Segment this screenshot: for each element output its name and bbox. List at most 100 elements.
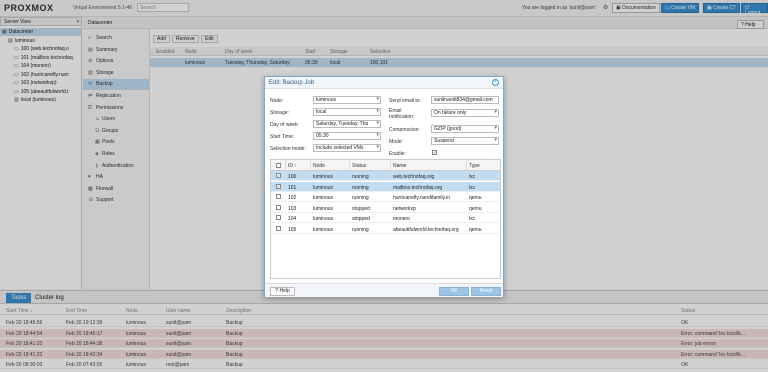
selection-mode-label: Selection mode: <box>270 146 306 152</box>
chevron-down-icon: ▾ <box>494 137 497 143</box>
vm-cell: web.technofaq.org <box>393 174 435 180</box>
compression-select[interactable]: GZIP (good) ▾ <box>431 125 499 133</box>
vm-column-header[interactable]: Name <box>393 163 406 169</box>
dialog-help-label: Help <box>279 288 290 294</box>
vm-cell: 102 <box>288 195 297 201</box>
vm-column-header[interactable]: Type <box>469 163 480 169</box>
day-of-week-value: Saturday, Tuesday, Thu <box>316 121 369 127</box>
email-field[interactable]: sunilnandi834@gmail.com <box>431 96 499 104</box>
selection-mode-select[interactable]: Include selected VMs ▾ <box>313 144 381 152</box>
chevron-down-icon: ▾ <box>376 96 379 102</box>
dialog-footer: ? Help OK Reset <box>265 283 503 297</box>
column-separator <box>285 160 286 171</box>
vm-cell: running <box>352 174 369 180</box>
vm-row-checkbox[interactable]: ✓ <box>276 183 281 189</box>
chevron-down-icon: ▾ <box>376 144 379 150</box>
mode-label: Mode: <box>389 139 403 145</box>
vm-row-checkbox[interactable] <box>276 204 281 210</box>
chevron-down-icon: ▾ <box>494 125 497 131</box>
vm-cell: 104 <box>288 216 297 222</box>
vm-column-header[interactable]: Node <box>313 163 325 169</box>
email-label: Send email to: <box>389 98 421 104</box>
vm-cell: luminous <box>313 205 334 212</box>
edit-backup-job-dialog: Edit: Backup Job × Node: luminous ▾ Stora… <box>264 76 504 297</box>
vm-row[interactable]: 103 luminous stopped networkxp qemu <box>271 203 500 213</box>
vm-cell: qemu <box>469 205 482 212</box>
mode-value: Suspend <box>434 138 454 144</box>
enable-checkbox[interactable]: ✓ <box>432 150 437 155</box>
vm-cell: qemu <box>469 226 482 233</box>
vm-row[interactable]: ✓ 101 luminous running mailbox.technofaq.org… <box>271 181 500 192</box>
email-notification-select[interactable]: On failure only ▾ <box>431 109 499 117</box>
vm-column-header[interactable]: ID ↑ <box>288 163 297 169</box>
dialog-title-text: Edit: Backup Job <box>269 80 315 86</box>
vm-cell: hurricanefly.nandifamily.in <box>393 195 451 201</box>
selection-mode-value: Include selected VMs <box>316 145 364 151</box>
vm-cell: luminous <box>313 174 334 180</box>
reset-button[interactable]: Reset <box>471 287 501 296</box>
storage-value: local <box>316 109 327 115</box>
start-time-label: Start Time: <box>270 134 295 140</box>
vm-row-checkbox[interactable] <box>276 215 281 220</box>
chevron-down-icon: ▾ <box>376 108 379 114</box>
dialog-help-button[interactable]: ? Help <box>270 287 295 296</box>
vm-cell: luminous <box>313 184 334 191</box>
compression-value: GZIP (good) <box>434 126 462 132</box>
vm-cell: running <box>352 226 369 233</box>
vm-cell: luminous <box>313 226 334 233</box>
vm-cell: abeautifulworld.technofaq.org <box>393 226 459 233</box>
vm-cell: 101 <box>288 184 297 191</box>
column-separator <box>310 160 311 171</box>
node-select[interactable]: luminous ▾ <box>313 96 381 104</box>
mode-select[interactable]: Suspend ▾ <box>431 137 499 145</box>
vm-cell: mailbox.technofaq.org <box>393 184 443 191</box>
vm-row[interactable]: 102 luminous running hurricanefly.nandifami… <box>271 192 500 202</box>
column-separator <box>390 160 391 171</box>
storage-select[interactable]: local ▾ <box>313 108 381 116</box>
vm-cell: 100 <box>288 174 297 180</box>
vm-cell: lxc <box>469 216 476 222</box>
vm-cell: 105 <box>288 226 297 233</box>
vm-cell: lxc <box>469 174 476 180</box>
chevron-down-icon: ▾ <box>376 132 379 138</box>
vm-cell: lxc <box>469 184 476 191</box>
node-value: luminous <box>316 97 337 103</box>
dialog-title: Edit: Backup Job <box>265 77 503 89</box>
vm-cell: networkxp <box>393 205 416 212</box>
vm-row-checkbox[interactable]: ✓ <box>276 173 281 178</box>
enable-label: Enable: <box>389 151 406 157</box>
column-separator <box>466 160 467 171</box>
vm-cell: qemu <box>469 195 482 201</box>
vm-row[interactable]: 105 luminous running abeautifulworld.techno… <box>271 224 500 234</box>
vm-column-header[interactable]: Status <box>352 163 366 169</box>
start-time-value: 05:30 <box>316 133 329 139</box>
vm-cell: stopped <box>352 205 370 212</box>
vm-cell: running <box>352 195 369 201</box>
vm-cell: running <box>352 184 369 191</box>
vm-selection-grid: ID ↑ Node Status Name Type ✓ 100 luminous runni… <box>270 159 501 279</box>
select-all-checkbox[interactable] <box>276 163 281 168</box>
chevron-down-icon: ▾ <box>376 120 379 126</box>
day-of-week-label: Day of week: <box>270 122 299 128</box>
compression-label: Compression: <box>389 127 420 133</box>
day-of-week-select[interactable]: Saturday, Tuesday, Thu ▾ <box>313 120 381 128</box>
node-label: Node: <box>270 98 284 104</box>
vm-cell: stopped <box>352 216 370 222</box>
ok-button[interactable]: OK <box>439 287 469 296</box>
start-time-select[interactable]: 05:30 ▾ <box>313 132 381 140</box>
vm-cell: monero <box>393 216 410 222</box>
close-icon[interactable]: × <box>492 79 499 86</box>
vm-cell: 103 <box>288 205 297 212</box>
email-notification-value: On failure only <box>434 110 467 116</box>
vm-grid-header: ID ↑ Node Status Name Type <box>271 160 500 171</box>
storage-label: Storage: <box>270 110 289 116</box>
vm-row-checkbox[interactable] <box>276 225 281 231</box>
vm-row[interactable]: 104 luminous stopped monero lxc <box>271 213 500 223</box>
vm-cell: luminous <box>313 195 334 201</box>
chevron-down-icon: ▾ <box>494 109 497 115</box>
vm-row-checkbox[interactable] <box>276 194 281 199</box>
column-separator <box>349 160 350 171</box>
vm-row[interactable]: ✓ 100 luminous running web.technofaq.org lxc <box>271 171 500 181</box>
vm-cell: luminous <box>313 216 334 222</box>
email-notification-label-2: notification: <box>389 114 415 120</box>
